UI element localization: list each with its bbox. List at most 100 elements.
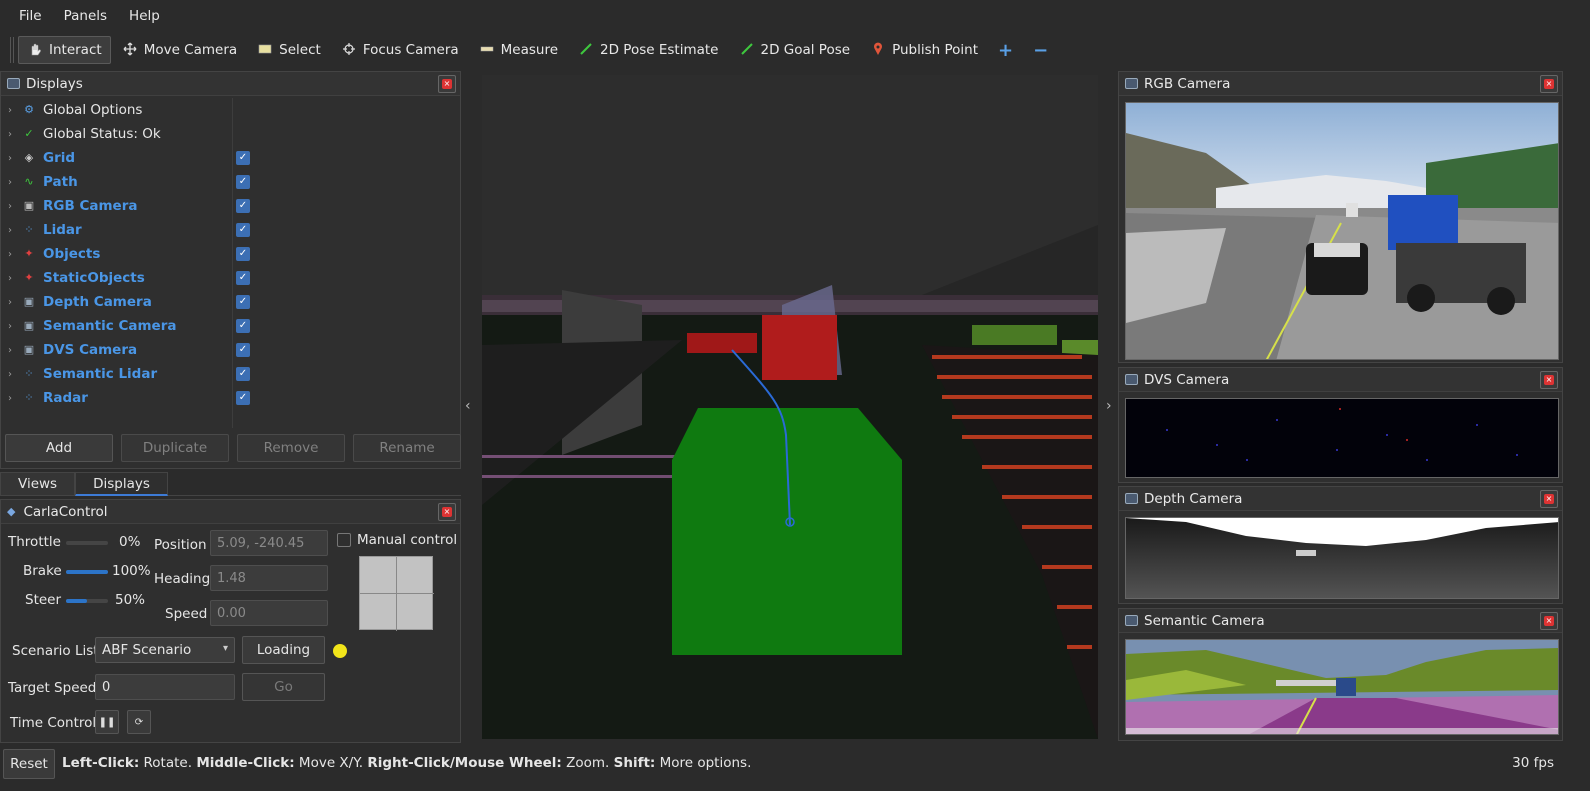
close-rgb-button[interactable]: × — [1540, 75, 1558, 93]
focus-camera-tool[interactable]: Focus Camera — [332, 36, 468, 64]
go-button[interactable]: Go — [242, 673, 325, 701]
steering-joypad[interactable] — [359, 556, 434, 631]
expand-arrow-icon[interactable]: › — [3, 177, 17, 188]
measure-tool[interactable]: Measure — [470, 36, 567, 64]
close-displays-button[interactable]: × — [438, 75, 456, 93]
goal-pose-tool[interactable]: 2D Goal Pose — [730, 36, 860, 64]
display-item-staticobjects[interactable]: › ✦ StaticObjects ✓ — [1, 266, 460, 290]
loading-button[interactable]: Loading — [242, 636, 325, 664]
collapse-left-icon[interactable]: ‹ — [465, 398, 471, 414]
display-item-label: Path — [43, 174, 78, 190]
duplicate-display-button[interactable]: Duplicate — [121, 434, 229, 462]
display-enabled-checkbox[interactable]: ✓ — [236, 223, 250, 237]
semantic-title-bar: Semantic Camera × — [1119, 609, 1562, 633]
expand-arrow-icon[interactable]: › — [3, 225, 17, 236]
path-icon: ∿ — [24, 175, 34, 188]
reset-button[interactable]: Reset — [3, 749, 55, 779]
rename-display-button[interactable]: Rename — [353, 434, 461, 462]
display-item-radar[interactable]: › ⁘ Radar ✓ — [1, 386, 460, 410]
image-icon: ▣ — [23, 343, 35, 356]
display-enabled-checkbox[interactable]: ✓ — [236, 367, 250, 381]
step-button[interactable]: ⟳ — [127, 710, 151, 734]
display-item-semantic-lidar[interactable]: › ⁘ Semantic Lidar ✓ — [1, 362, 460, 386]
close-depth-button[interactable]: × — [1540, 490, 1558, 508]
display-item-grid[interactable]: › ◈ Grid ✓ — [1, 146, 460, 170]
display-enabled-checkbox[interactable]: ✓ — [236, 175, 250, 189]
expand-arrow-icon[interactable]: › — [3, 273, 17, 284]
display-enabled-checkbox[interactable]: ✓ — [236, 271, 250, 285]
close-carla-button[interactable]: × — [438, 503, 456, 521]
toolbar-grip[interactable] — [10, 37, 14, 63]
display-enabled-checkbox[interactable]: ✓ — [236, 151, 250, 165]
add-tool-button[interactable]: + — [989, 36, 1022, 64]
toolbar: Interact Move Camera Select Focus Camera… — [0, 32, 1590, 68]
position-field: 5.09, -240.45 — [210, 530, 328, 556]
display-item-lidar[interactable]: › ⁘ Lidar ✓ — [1, 218, 460, 242]
help-text-4: More options. — [655, 755, 752, 771]
expand-arrow-icon[interactable]: › — [3, 201, 17, 212]
throttle-slider[interactable] — [66, 541, 108, 545]
displays-panel: Displays × › ⚙ Global Options › ✓ Global Stat… — [0, 71, 461, 469]
display-item-global-status-ok[interactable]: › ✓ Global Status: Ok — [1, 122, 460, 146]
close-icon: × — [442, 79, 452, 89]
expand-arrow-icon[interactable]: › — [3, 345, 17, 356]
interact-tool[interactable]: Interact — [18, 36, 111, 64]
scenario-select[interactable]: ABF Scenario ▾ — [95, 637, 235, 663]
add-display-button[interactable]: Add — [5, 434, 113, 462]
close-semantic-button[interactable]: × — [1540, 612, 1558, 630]
menu-file[interactable]: File — [8, 8, 53, 24]
display-item-path[interactable]: › ∿ Path ✓ — [1, 170, 460, 194]
steer-slider[interactable] — [66, 599, 108, 603]
pose-estimate-tool[interactable]: 2D Pose Estimate — [569, 36, 727, 64]
publish-point-tool[interactable]: Publish Point — [861, 36, 987, 64]
menu-panels[interactable]: Panels — [53, 8, 118, 24]
remove-tool-button[interactable]: − — [1024, 36, 1057, 64]
display-item-label: Lidar — [43, 222, 82, 238]
display-enabled-checkbox[interactable]: ✓ — [236, 295, 250, 309]
expand-arrow-icon[interactable]: › — [3, 297, 17, 308]
display-item-dvs-camera[interactable]: › ▣ DVS Camera ✓ — [1, 338, 460, 362]
select-tool[interactable]: Select — [248, 36, 330, 64]
display-item-global-options[interactable]: › ⚙ Global Options — [1, 98, 460, 122]
focus-camera-label: Focus Camera — [362, 42, 459, 58]
display-item-rgb-camera[interactable]: › ▣ RGB Camera ✓ — [1, 194, 460, 218]
expand-arrow-icon[interactable]: › — [3, 105, 17, 116]
expand-arrow-icon[interactable]: › — [3, 369, 17, 380]
displays-title: Displays — [26, 75, 83, 92]
expand-arrow-icon[interactable]: › — [3, 393, 17, 404]
tab-views[interactable]: Views — [0, 472, 76, 496]
move-camera-tool[interactable]: Move Camera — [113, 36, 246, 64]
manual-control-checkbox[interactable] — [337, 533, 351, 547]
close-icon: × — [1544, 616, 1554, 626]
3d-viewport[interactable] — [482, 75, 1098, 739]
display-enabled-checkbox[interactable]: ✓ — [236, 247, 250, 261]
scenario-select-value: ABF Scenario — [102, 642, 192, 658]
expand-arrow-icon[interactable]: › — [3, 249, 17, 260]
displays-title-bar: Displays × — [1, 72, 460, 96]
throttle-label: Throttle — [8, 534, 61, 550]
help-text-3: Zoom. — [561, 755, 614, 771]
pause-button[interactable]: ❚❚ — [95, 710, 119, 734]
image-icon — [1125, 615, 1138, 626]
menu-help[interactable]: Help — [118, 8, 171, 24]
brake-slider[interactable] — [66, 570, 108, 574]
collapse-right-icon[interactable]: › — [1106, 398, 1112, 414]
display-enabled-checkbox[interactable]: ✓ — [236, 391, 250, 405]
display-item-semantic-camera[interactable]: › ▣ Semantic Camera ✓ — [1, 314, 460, 338]
depth-camera-image — [1125, 517, 1559, 599]
display-item-depth-camera[interactable]: › ▣ Depth Camera ✓ — [1, 290, 460, 314]
heading-label: Heading — [154, 571, 211, 587]
expand-arrow-icon[interactable]: › — [3, 321, 17, 332]
display-item-objects[interactable]: › ✦ Objects ✓ — [1, 242, 460, 266]
remove-display-button[interactable]: Remove — [237, 434, 345, 462]
tab-displays[interactable]: Displays — [75, 472, 168, 496]
display-enabled-checkbox[interactable]: ✓ — [236, 319, 250, 333]
move-arrows-icon — [122, 42, 138, 58]
expand-arrow-icon[interactable]: › — [3, 153, 17, 164]
close-dvs-button[interactable]: × — [1540, 371, 1558, 389]
display-enabled-checkbox[interactable]: ✓ — [236, 199, 250, 213]
target-speed-input[interactable]: 0 — [95, 674, 235, 700]
crosshair-icon — [341, 42, 357, 58]
display-enabled-checkbox[interactable]: ✓ — [236, 343, 250, 357]
expand-arrow-icon[interactable]: › — [3, 129, 17, 140]
